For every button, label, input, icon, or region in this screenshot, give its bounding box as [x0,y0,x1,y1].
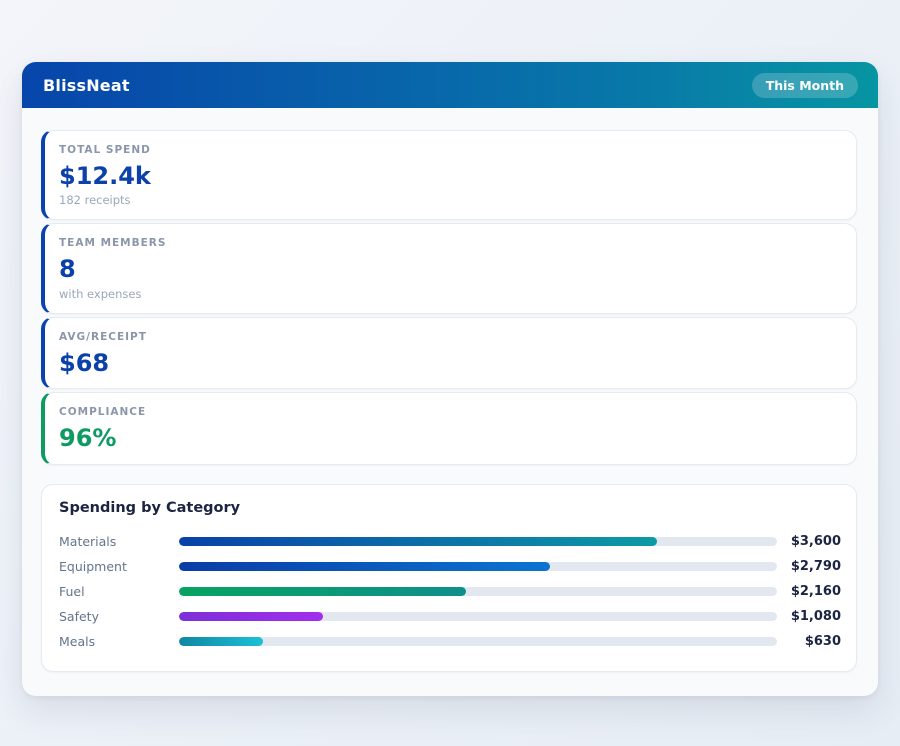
bar-track [179,636,777,646]
stat-value: 96% [59,424,117,453]
bar-fill-fuel [179,586,467,596]
panel-body: TOTAL SPEND $12.4k 182 receipts TEAM MEM… [22,108,878,696]
panel-header: BlissNeat This Month [22,62,878,108]
app-title: BlissNeat [43,75,130,95]
stat-label: TEAM MEMBERS [59,237,167,250]
dashboard-panel: BlissNeat This Month TOTAL SPEND $12.4k … [22,62,878,696]
stat-card-total-spend: TOTAL SPEND $12.4k 182 receipts [41,130,857,221]
chart-row-fuel: Fuel $2,160 [59,579,841,604]
bar-track [179,611,777,621]
category-value: $630 [804,633,841,649]
bar-fill-meals [179,636,263,646]
spending-by-category-chart: Spending by Category Materials $3,600 Eq… [41,483,857,672]
bar-track [179,586,777,596]
stat-label: TOTAL SPEND [59,144,151,156]
category-value: $3,600 [790,533,841,549]
chart-row-equipment: Equipment $2,790 [59,554,841,579]
bar-track [179,561,777,571]
stat-value: $68 [59,348,110,377]
chart-title: Spending by Category [59,499,241,516]
stat-card-compliance: COMPLIANCE 96% [41,392,857,465]
category-value: $2,160 [790,583,841,599]
chart-row-materials: Materials $3,600 [59,529,841,554]
stat-label: AVG/RECEIPT [59,330,147,343]
category-label: Materials [59,533,117,549]
chart-row-meals: Meals $630 [59,629,841,654]
stat-subtitle: 182 receipts [59,193,131,208]
period-badge[interactable]: This Month [751,72,858,98]
stat-card-avg-receipt: AVG/RECEIPT $68 [41,316,857,390]
category-value: $2,790 [790,558,841,574]
stat-value: $12.4k [59,162,151,190]
stat-label: COMPLIANCE [59,406,147,419]
category-label: Meals [59,633,96,649]
stat-card-team-members: TEAM MEMBERS 8 with expenses [41,223,857,314]
bar-track [179,536,777,546]
stat-subtitle: with expenses [59,286,142,301]
bar-fill-equipment [179,561,550,571]
category-value: $1,080 [790,608,841,624]
category-label: Safety [59,608,99,624]
category-label: Fuel [59,583,85,599]
chart-row-safety: Safety $1,080 [59,604,841,629]
category-label: Equipment [59,558,127,574]
bar-fill-materials [179,536,658,546]
stat-value: 8 [59,255,76,284]
bar-fill-safety [179,611,323,621]
